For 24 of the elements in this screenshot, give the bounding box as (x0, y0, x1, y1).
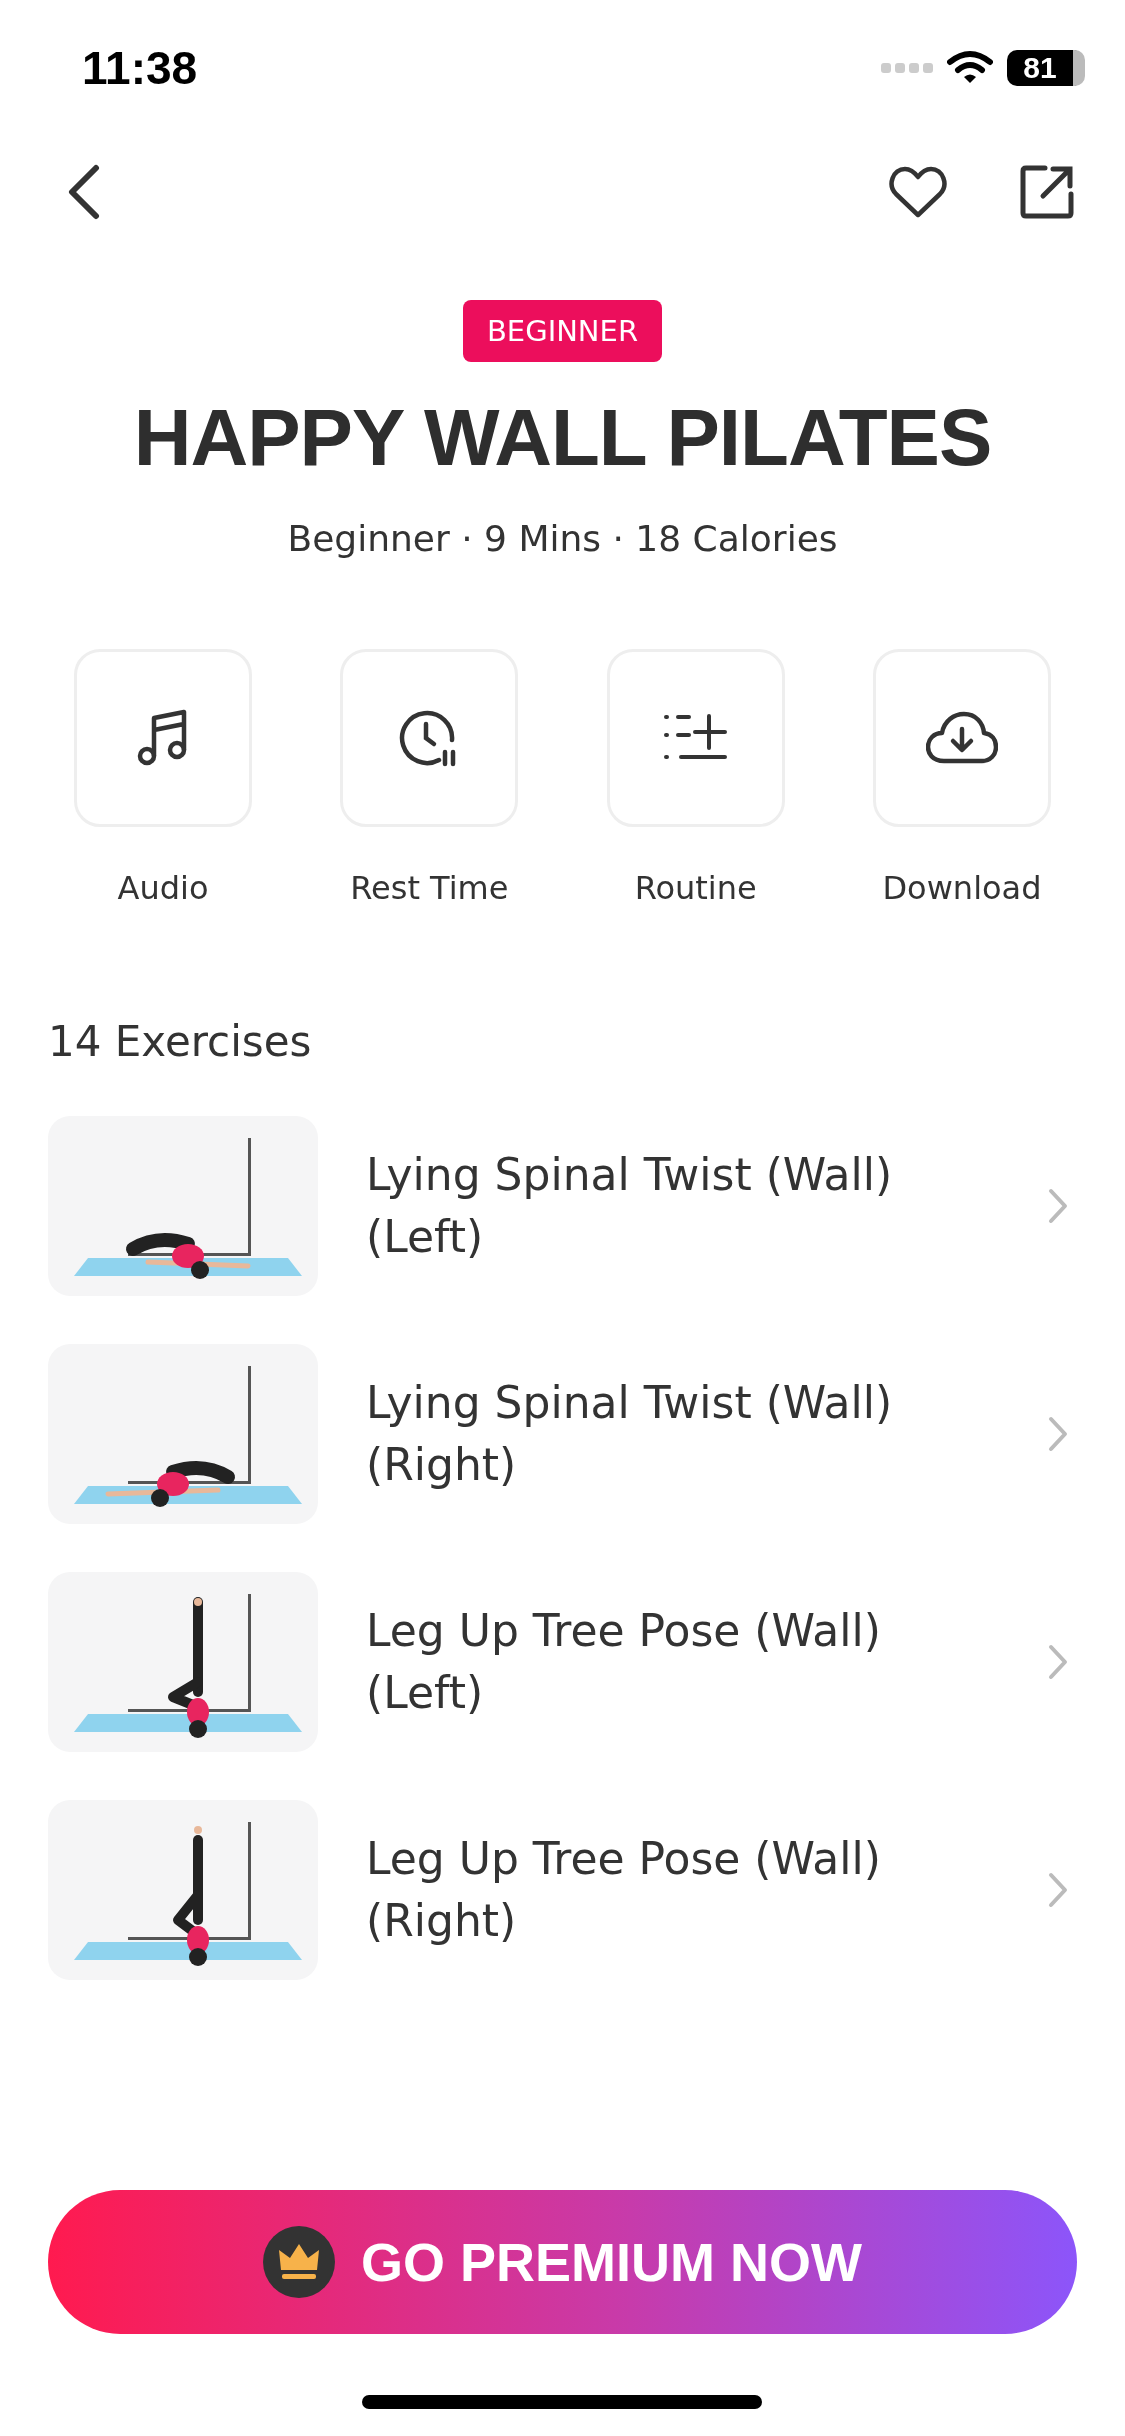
workout-subtitle: Beginner · 9 Mins · 18 Calories (287, 518, 838, 559)
exercise-title[interactable]: Lying Spinal Twist (Wall) (Right) (366, 1372, 986, 1496)
status-time: 11:38 (82, 41, 198, 95)
exercise-title[interactable]: Lying Spinal Twist (Wall) (Left) (366, 1144, 986, 1268)
action-label: Routine (634, 869, 757, 907)
action-label: Download (882, 869, 1042, 907)
exercise-title[interactable]: Leg Up Tree Pose (Wall) (Right) (366, 1828, 986, 1952)
action-label: Audio (117, 869, 209, 907)
workout-title: HAPPY WALL PILATES (133, 392, 992, 484)
cloud-download-icon (926, 711, 998, 765)
signal-icon (881, 61, 933, 75)
rest-button[interactable] (340, 649, 519, 827)
battery-icon: 81 (1007, 50, 1085, 86)
heart-icon[interactable] (889, 165, 947, 219)
wifi-icon (947, 50, 993, 86)
exercise-title[interactable]: Leg Up Tree Pose (Wall) (Left) (366, 1600, 986, 1724)
premium-button[interactable]: GO PREMIUM NOW (48, 2190, 1077, 2334)
action-label: Rest Time (350, 869, 509, 907)
download-button[interactable] (873, 649, 1051, 827)
audio-button[interactable] (74, 649, 252, 827)
exercise-count: 14 Exercises (48, 1017, 313, 1066)
crown-icon (263, 2226, 335, 2298)
share-icon[interactable] (1019, 164, 1075, 220)
level-badge: BEGINNER (462, 300, 663, 362)
